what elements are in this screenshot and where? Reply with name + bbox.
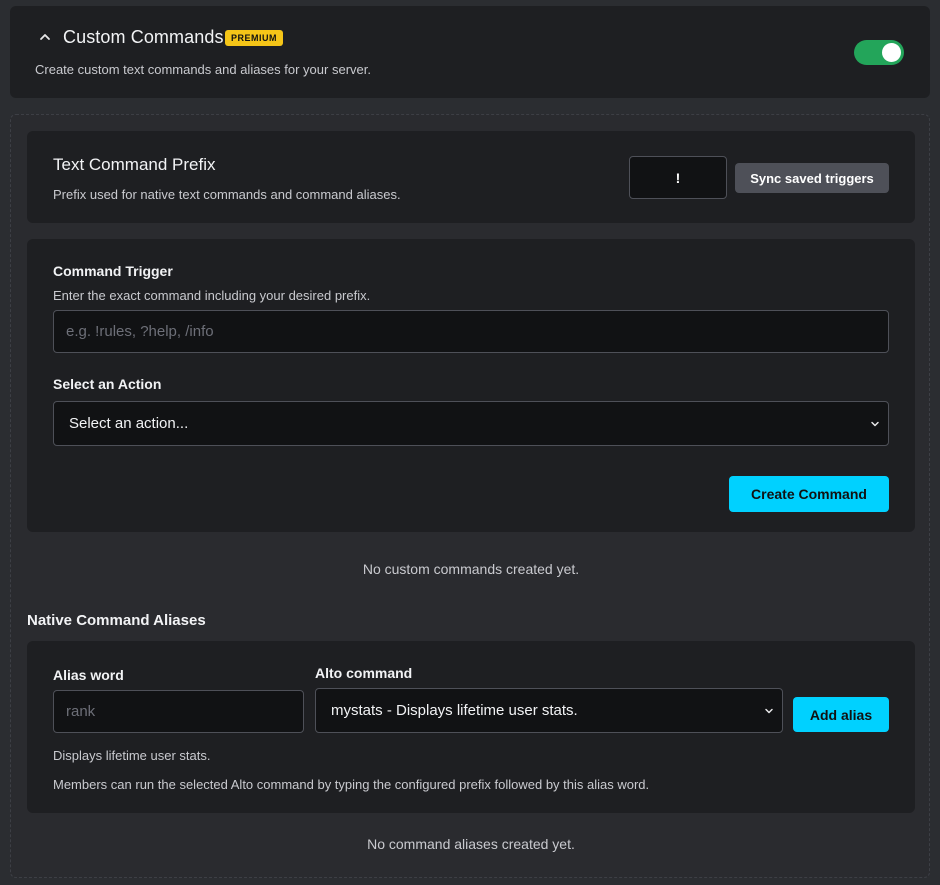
content-area: Text Command Prefix Prefix used for nati…: [10, 114, 930, 878]
alias-word-input[interactable]: [53, 690, 304, 733]
chevron-down-icon: [871, 421, 879, 426]
alias-help-text: Members can run the selected Alto comman…: [53, 777, 650, 792]
aliases-empty-state: No command aliases created yet.: [367, 836, 575, 852]
prefix-card: Text Command Prefix Prefix used for nati…: [27, 131, 915, 223]
alias-card: Alias word Alto command mystats - Displa…: [27, 641, 915, 813]
premium-badge: PREMIUM: [225, 30, 283, 46]
alias-word-label: Alias word: [53, 667, 124, 683]
trigger-label: Command Trigger: [53, 263, 173, 279]
alto-command-select[interactable]: mystats - Displays lifetime user stats.: [315, 688, 783, 733]
aliases-section-title: Native Command Aliases: [27, 612, 206, 629]
feature-toggle[interactable]: [854, 40, 904, 65]
trigger-input[interactable]: [53, 310, 889, 353]
command-card: Command Trigger Enter the exact command …: [27, 239, 915, 532]
add-alias-button[interactable]: Add alias: [793, 697, 889, 732]
chevron-down-icon: [765, 708, 773, 713]
prefix-title: Text Command Prefix: [53, 155, 216, 174]
create-command-button[interactable]: Create Command: [729, 476, 889, 512]
prefix-description: Prefix used for native text commands and…: [53, 187, 401, 202]
action-select[interactable]: Select an action...: [53, 401, 889, 446]
alto-command-label: Alto command: [315, 665, 413, 681]
page-title: Custom Commands: [63, 27, 224, 47]
alias-command-description: Displays lifetime user stats.: [53, 748, 211, 763]
page-description: Create custom text commands and aliases …: [35, 62, 371, 77]
action-label: Select an Action: [53, 376, 162, 392]
chevron-up-icon[interactable]: [38, 30, 52, 44]
trigger-hint: Enter the exact command including your d…: [53, 288, 371, 303]
sync-triggers-button[interactable]: Sync saved triggers: [735, 163, 889, 193]
toggle-knob: [882, 43, 901, 62]
custom-commands-header: Custom Commands PREMIUM Create custom te…: [10, 6, 930, 98]
action-select-value: Select an action...: [69, 415, 189, 432]
prefix-input[interactable]: [629, 156, 727, 199]
commands-empty-state: No custom commands created yet.: [362, 561, 580, 577]
alto-command-select-value: mystats - Displays lifetime user stats.: [331, 702, 578, 719]
